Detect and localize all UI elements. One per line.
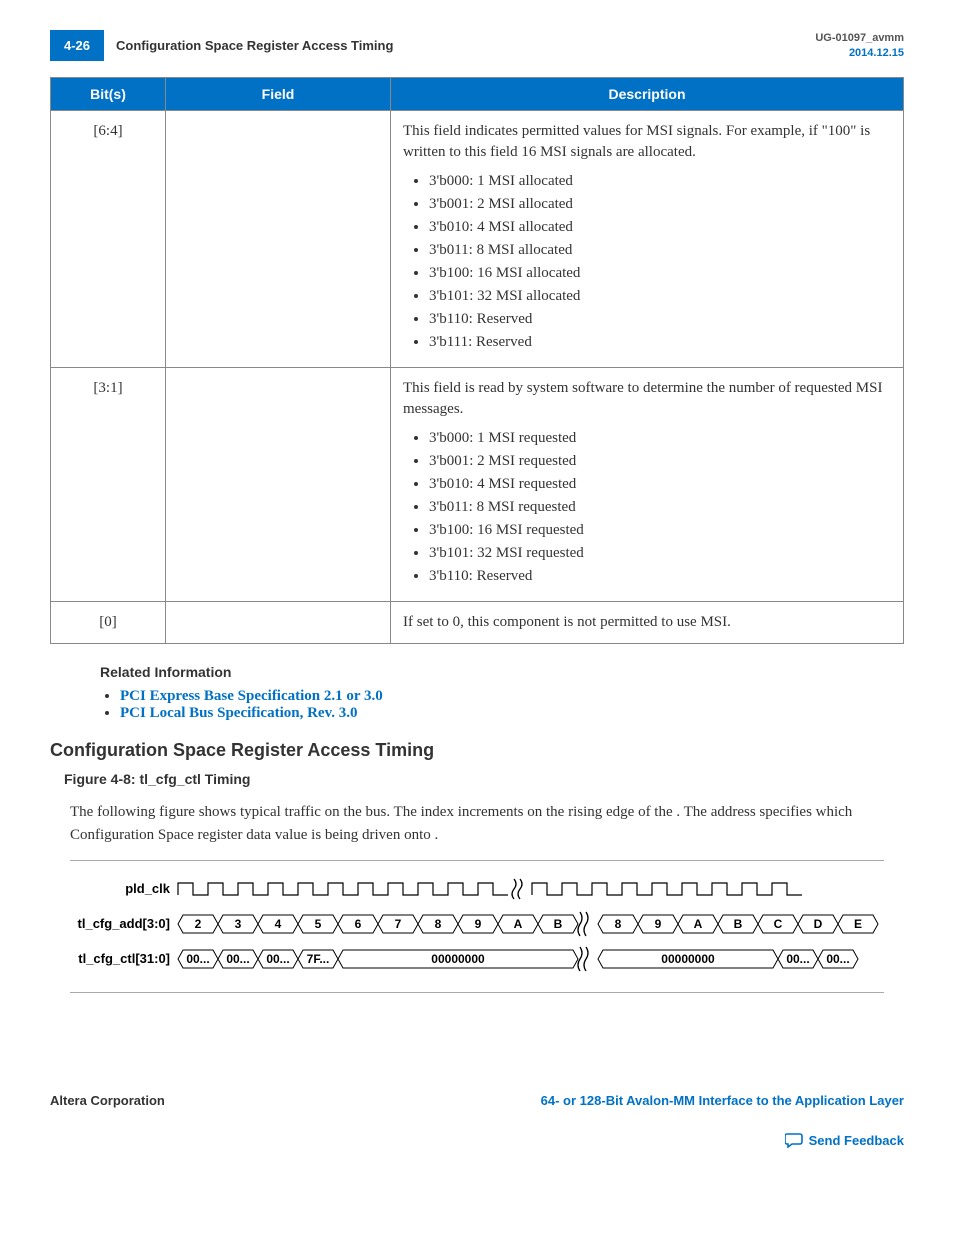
cell-bits: [6:4] <box>51 111 166 368</box>
cell-description: This field indicates permitted values fo… <box>391 111 904 368</box>
related-links-list: PCI Express Base Specification 2.1 or 3.… <box>100 688 904 722</box>
list-item: 3'b000: 1 MSI requested <box>429 428 891 449</box>
table-row: [3:1] This field is read by system softwa… <box>51 368 904 602</box>
svg-text:D: D <box>814 917 823 931</box>
svg-text:C: C <box>774 917 783 931</box>
svg-text:9: 9 <box>655 917 662 931</box>
related-link[interactable]: PCI Express Base Specification 2.1 or 3.… <box>120 688 383 704</box>
cell-description: If set to 0, this component is not permi… <box>391 602 904 644</box>
svg-text:00000000: 00000000 <box>431 952 485 966</box>
col-header-description: Description <box>391 78 904 111</box>
col-header-bits: Bit(s) <box>51 78 166 111</box>
svg-text:9: 9 <box>475 917 482 931</box>
list-item: 3'b101: 32 MSI allocated <box>429 286 891 307</box>
list-item: 3'b001: 2 MSI allocated <box>429 194 891 215</box>
svg-text:00...: 00... <box>826 952 849 966</box>
list-item: 3'b110: Reserved <box>429 566 891 587</box>
table-row: [0] If set to 0, this component is not pe… <box>51 602 904 644</box>
cell-bits: [3:1] <box>51 368 166 602</box>
register-table: Bit(s) Field Description [6:4] This field… <box>50 77 904 644</box>
page-footer: Altera Corporation 64- or 128-Bit Avalon… <box>50 1093 904 1108</box>
svg-text:00...: 00... <box>226 952 249 966</box>
figure-caption: Figure 4-8: tl_cfg_ctl Timing <box>64 771 904 787</box>
svg-text:00...: 00... <box>786 952 809 966</box>
cell-field <box>166 602 391 644</box>
svg-text:8: 8 <box>615 917 622 931</box>
svg-text:00...: 00... <box>266 952 289 966</box>
svg-text:3: 3 <box>235 917 242 931</box>
cell-field <box>166 368 391 602</box>
feedback-icon <box>785 1132 805 1151</box>
list-item: 3'b011: 8 MSI allocated <box>429 240 891 261</box>
svg-text:00...: 00... <box>186 952 209 966</box>
col-header-field: Field <box>166 78 391 111</box>
related-link[interactable]: PCI Local Bus Specification, Rev. 3.0 <box>120 705 358 721</box>
list-item: 3'b000: 1 MSI allocated <box>429 171 891 192</box>
svg-text:8: 8 <box>435 917 442 931</box>
page-number-badge: 4-26 <box>50 30 104 61</box>
svg-text:00000000: 00000000 <box>661 952 715 966</box>
list-item: 3'b010: 4 MSI allocated <box>429 217 891 238</box>
timing-diagram: pld_clk tl_cfg_add[3:0] tl_cfg_ctl[31:0] 2 3… <box>70 860 884 993</box>
svg-text:4: 4 <box>275 917 282 931</box>
svg-text:A: A <box>694 917 703 931</box>
feedback-label: Send Feedback <box>809 1133 904 1148</box>
svg-text:pld_clk: pld_clk <box>125 881 171 896</box>
svg-text:tl_cfg_add[3:0]: tl_cfg_add[3:0] <box>78 916 170 931</box>
svg-text:E: E <box>854 917 862 931</box>
list-item: 3'b101: 32 MSI requested <box>429 543 891 564</box>
send-feedback-link[interactable]: Send Feedback <box>785 1133 904 1148</box>
footer-company: Altera Corporation <box>50 1093 165 1108</box>
svg-text:A: A <box>514 917 523 931</box>
page-header: 4-26 Configuration Space Register Access… <box>50 30 904 61</box>
list-item: 3'b011: 8 MSI requested <box>429 497 891 518</box>
footer-doc-title: 64- or 128-Bit Avalon-MM Interface to th… <box>541 1093 904 1108</box>
list-item: 3'b010: 4 MSI requested <box>429 474 891 495</box>
related-info-heading: Related Information <box>100 664 904 680</box>
figure-description: The following figure shows typical traff… <box>70 801 884 846</box>
svg-text:5: 5 <box>315 917 322 931</box>
cell-bits: [0] <box>51 602 166 644</box>
cell-field <box>166 111 391 368</box>
cell-description: This field is read by system software to… <box>391 368 904 602</box>
list-item: 3'b111: Reserved <box>429 332 891 353</box>
svg-text:6: 6 <box>355 917 362 931</box>
list-item: 3'b100: 16 MSI allocated <box>429 263 891 284</box>
header-title: Configuration Space Register Access Timi… <box>116 38 815 53</box>
header-meta: UG-01097_avmm 2014.12.15 <box>815 31 904 60</box>
doc-date: 2014.12.15 <box>815 46 904 60</box>
list-item: 3'b110: Reserved <box>429 309 891 330</box>
list-item: 3'b100: 16 MSI requested <box>429 520 891 541</box>
table-row: [6:4] This field indicates permitted valu… <box>51 111 904 368</box>
svg-text:B: B <box>554 917 563 931</box>
doc-id: UG-01097_avmm <box>815 31 904 45</box>
svg-text:7: 7 <box>395 917 402 931</box>
svg-text:7F...: 7F... <box>307 952 330 966</box>
section-heading: Configuration Space Register Access Timi… <box>50 740 904 761</box>
list-item: 3'b001: 2 MSI requested <box>429 451 891 472</box>
svg-text:2: 2 <box>195 917 202 931</box>
svg-text:B: B <box>734 917 743 931</box>
svg-text:tl_cfg_ctl[31:0]: tl_cfg_ctl[31:0] <box>78 951 170 966</box>
